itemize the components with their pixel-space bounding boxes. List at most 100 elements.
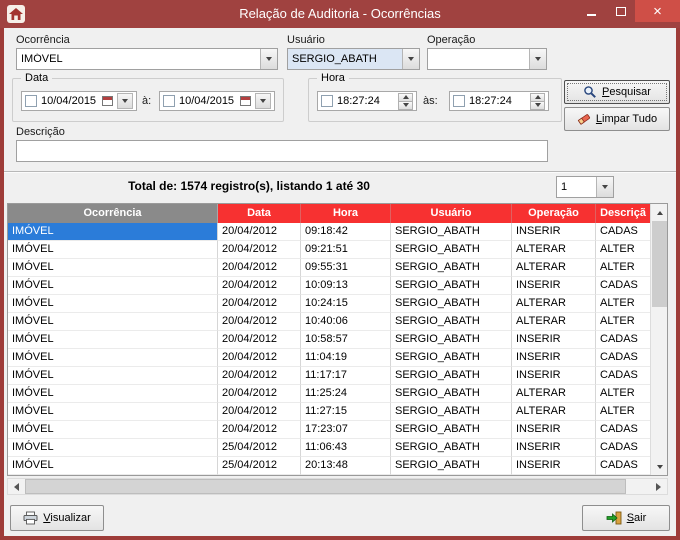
- column-header[interactable]: Data: [218, 204, 301, 223]
- hora-to-picker[interactable]: 18:27:24: [449, 91, 549, 111]
- cell-operacao[interactable]: ALTERAR: [512, 313, 596, 331]
- cell-descricao[interactable]: CADAS: [596, 421, 650, 439]
- hora-from-spinner[interactable]: [398, 93, 413, 110]
- spin-down-icon[interactable]: [530, 101, 545, 110]
- cell-operacao[interactable]: INSERIR: [512, 277, 596, 295]
- cell-operacao[interactable]: INSERIR: [512, 421, 596, 439]
- cell-descricao[interactable]: ALTER: [596, 385, 650, 403]
- cell-descricao[interactable]: CADAS: [596, 457, 650, 475]
- cell-ocorrencia[interactable]: IMÓVEL: [8, 259, 218, 277]
- cell-hora[interactable]: 09:21:51: [301, 241, 391, 259]
- cell-hora[interactable]: 09:55:31: [301, 259, 391, 277]
- cell-hora[interactable]: 17:23:07: [301, 421, 391, 439]
- cell-descricao[interactable]: ALTER: [596, 295, 650, 313]
- scroll-up-icon[interactable]: [651, 204, 668, 221]
- chevron-down-icon[interactable]: [596, 177, 613, 197]
- scroll-down-icon[interactable]: [651, 458, 668, 475]
- cell-ocorrencia[interactable]: IMÓVEL: [8, 331, 218, 349]
- descricao-input[interactable]: [16, 140, 548, 162]
- cell-operacao[interactable]: INSERIR: [512, 223, 596, 241]
- cell-descricao[interactable]: CADAS: [596, 367, 650, 385]
- cell-usuario[interactable]: SERGIO_ABATH: [391, 313, 512, 331]
- ocorrencia-select[interactable]: IMÓVEL: [16, 48, 278, 70]
- cell-operacao[interactable]: ALTERAR: [512, 259, 596, 277]
- cell-data[interactable]: 20/04/2012: [218, 313, 301, 331]
- cell-hora[interactable]: 11:27:15: [301, 403, 391, 421]
- cell-data[interactable]: 20/04/2012: [218, 403, 301, 421]
- chevron-down-icon[interactable]: [529, 49, 546, 69]
- cell-operacao[interactable]: ALTERAR: [512, 385, 596, 403]
- column-header[interactable]: Hora: [301, 204, 391, 223]
- cell-ocorrencia[interactable]: IMÓVEL: [8, 277, 218, 295]
- cell-operacao[interactable]: ALTERAR: [512, 295, 596, 313]
- chevron-down-icon[interactable]: [402, 49, 419, 69]
- cell-data[interactable]: 20/04/2012: [218, 367, 301, 385]
- cell-operacao[interactable]: ALTERAR: [512, 403, 596, 421]
- visualizar-button[interactable]: Visualizar: [10, 505, 104, 531]
- cell-hora[interactable]: 10:24:15: [301, 295, 391, 313]
- cell-descricao[interactable]: CADAS: [596, 349, 650, 367]
- cell-descricao[interactable]: ALTER: [596, 313, 650, 331]
- hora-to-checkbox[interactable]: [453, 95, 465, 107]
- cell-ocorrencia[interactable]: IMÓVEL: [8, 403, 218, 421]
- scroll-left-icon[interactable]: [8, 479, 25, 494]
- cell-descricao[interactable]: CADAS: [596, 277, 650, 295]
- cell-descricao[interactable]: ALTER: [596, 403, 650, 421]
- hora-from-checkbox[interactable]: [321, 95, 333, 107]
- cell-usuario[interactable]: SERGIO_ABATH: [391, 259, 512, 277]
- cell-ocorrencia[interactable]: IMÓVEL: [8, 421, 218, 439]
- cell-ocorrencia[interactable]: IMÓVEL: [8, 385, 218, 403]
- cell-operacao[interactable]: INSERIR: [512, 457, 596, 475]
- limpar-tudo-button[interactable]: Limpar Tudo: [564, 107, 670, 131]
- cell-usuario[interactable]: SERGIO_ABATH: [391, 421, 512, 439]
- cell-data[interactable]: 20/04/2012: [218, 241, 301, 259]
- vertical-scrollbar-thumb[interactable]: [652, 221, 667, 307]
- page-selector[interactable]: 1: [556, 176, 614, 198]
- usuario-select[interactable]: SERGIO_ABATH: [287, 48, 420, 70]
- cell-usuario[interactable]: SERGIO_ABATH: [391, 439, 512, 457]
- spin-down-icon[interactable]: [398, 101, 413, 110]
- cell-data[interactable]: 20/04/2012: [218, 277, 301, 295]
- vertical-scrollbar[interactable]: [650, 204, 667, 475]
- operacao-select[interactable]: [427, 48, 547, 70]
- cell-hora[interactable]: 11:04:19: [301, 349, 391, 367]
- data-from-checkbox[interactable]: [25, 95, 37, 107]
- cell-descricao[interactable]: CADAS: [596, 439, 650, 457]
- maximize-button[interactable]: [606, 0, 635, 22]
- cell-usuario[interactable]: SERGIO_ABATH: [391, 349, 512, 367]
- cell-hora[interactable]: 10:40:06: [301, 313, 391, 331]
- cell-operacao[interactable]: INSERIR: [512, 349, 596, 367]
- cell-descricao[interactable]: ALTER: [596, 259, 650, 277]
- cell-usuario[interactable]: SERGIO_ABATH: [391, 367, 512, 385]
- cell-usuario[interactable]: SERGIO_ABATH: [391, 331, 512, 349]
- chevron-down-icon[interactable]: [260, 49, 277, 69]
- cell-data[interactable]: 20/04/2012: [218, 295, 301, 313]
- cell-data[interactable]: 20/04/2012: [218, 223, 301, 241]
- data-to-picker[interactable]: 10/04/2015: [159, 91, 275, 111]
- cell-operacao[interactable]: INSERIR: [512, 439, 596, 457]
- cell-operacao[interactable]: INSERIR: [512, 367, 596, 385]
- horizontal-scrollbar[interactable]: [7, 478, 668, 495]
- cell-hora[interactable]: 20:13:48: [301, 457, 391, 475]
- cell-hora[interactable]: 10:09:13: [301, 277, 391, 295]
- cell-data[interactable]: 25/04/2012: [218, 457, 301, 475]
- cell-data[interactable]: 20/04/2012: [218, 421, 301, 439]
- hora-to-spinner[interactable]: [530, 93, 545, 110]
- sair-button[interactable]: Sair: [582, 505, 670, 531]
- cell-descricao[interactable]: ALTER: [596, 241, 650, 259]
- column-header[interactable]: Ocorrência: [8, 204, 218, 223]
- cell-usuario[interactable]: SERGIO_ABATH: [391, 277, 512, 295]
- cell-usuario[interactable]: SERGIO_ABATH: [391, 457, 512, 475]
- cell-operacao[interactable]: ALTERAR: [512, 241, 596, 259]
- cell-ocorrencia[interactable]: IMÓVEL: [8, 349, 218, 367]
- hora-from-picker[interactable]: 18:27:24: [317, 91, 417, 111]
- cell-ocorrencia[interactable]: IMÓVEL: [8, 223, 218, 241]
- cell-usuario[interactable]: SERGIO_ABATH: [391, 241, 512, 259]
- cell-ocorrencia[interactable]: IMÓVEL: [8, 313, 218, 331]
- cell-descricao[interactable]: CADAS: [596, 223, 650, 241]
- cell-data[interactable]: 20/04/2012: [218, 385, 301, 403]
- cell-usuario[interactable]: SERGIO_ABATH: [391, 223, 512, 241]
- cell-hora[interactable]: 11:17:17: [301, 367, 391, 385]
- cell-hora[interactable]: 11:25:24: [301, 385, 391, 403]
- cell-usuario[interactable]: SERGIO_ABATH: [391, 403, 512, 421]
